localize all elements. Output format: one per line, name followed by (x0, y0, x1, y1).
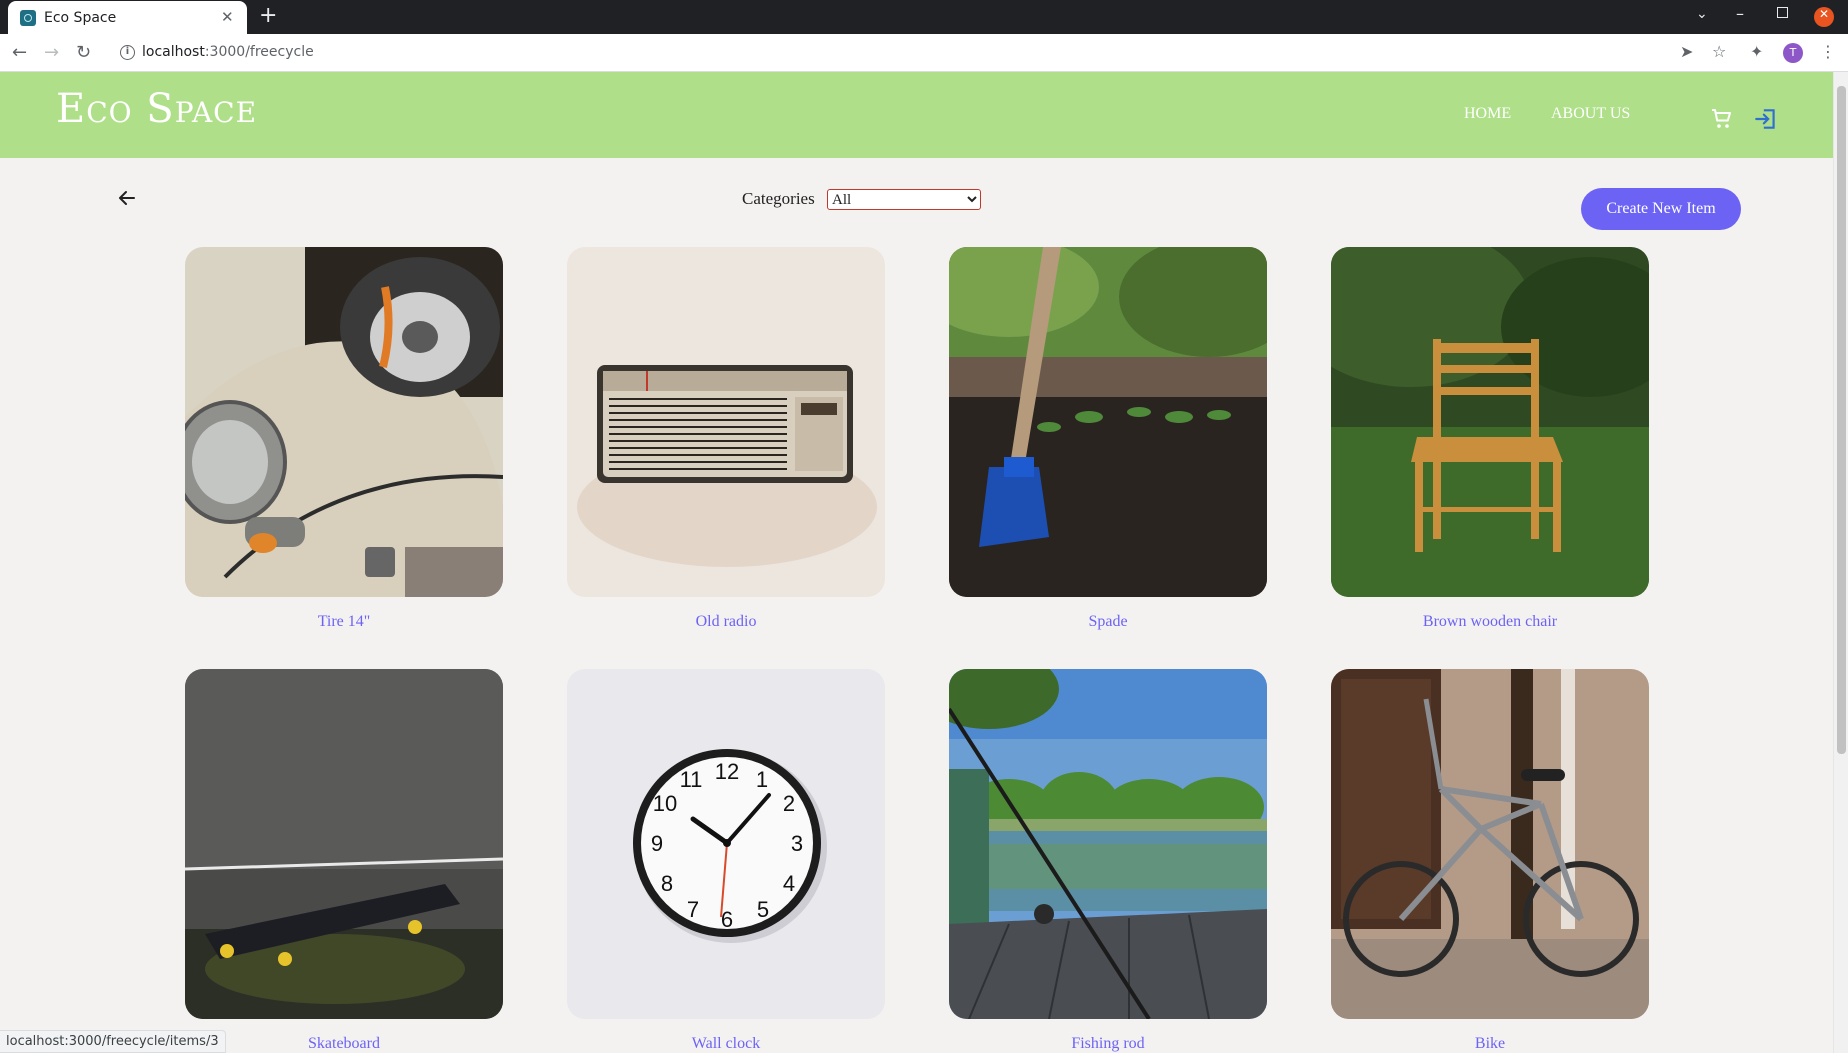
forward-icon[interactable]: → (44, 42, 59, 63)
window-close-icon[interactable]: ✕ (1814, 7, 1834, 27)
page-scrollbar[interactable] (1833, 72, 1848, 1053)
item-name[interactable]: Tire 14" (185, 613, 503, 631)
svg-text:8: 8 (661, 871, 673, 896)
item-name[interactable]: Spade (949, 613, 1267, 631)
item-image[interactable] (185, 247, 503, 597)
item-image[interactable] (949, 247, 1267, 597)
svg-text:2: 2 (783, 791, 795, 816)
svg-text:12: 12 (715, 759, 739, 784)
svg-text:9: 9 (651, 831, 663, 856)
item-card[interactable]: Old radio (567, 247, 885, 631)
categories-label: Categories (742, 189, 815, 208)
cart-icon[interactable] (1710, 107, 1734, 131)
url-text[interactable]: localhost:3000/freecycle (142, 44, 314, 60)
scrollbar-thumb[interactable] (1837, 86, 1846, 754)
send-icon[interactable]: ➤ (1680, 42, 1693, 61)
profile-avatar[interactable]: T (1783, 43, 1803, 63)
svg-text:7: 7 (687, 897, 699, 922)
item-card[interactable]: 12 1 2 345 678 9 10 11 Wall clock (567, 669, 885, 1053)
item-image[interactable] (1331, 669, 1649, 1019)
item-name[interactable]: Fishing rod (949, 1035, 1267, 1053)
item-name[interactable]: Old radio (567, 613, 885, 631)
svg-text:5: 5 (757, 897, 769, 922)
svg-text:4: 4 (783, 871, 795, 896)
tab-search-icon[interactable]: ⌄ (1696, 6, 1708, 22)
item-card[interactable]: Fishing rod (949, 669, 1267, 1053)
link-status-bar: localhost:3000/freecycle/items/3 (0, 1030, 226, 1053)
item-card[interactable]: Tire 14" (185, 247, 503, 631)
reload-icon[interactable]: ↻ (76, 42, 91, 63)
item-card[interactable]: Spade (949, 247, 1267, 631)
address-bar[interactable]: i localhost:3000/freecycle (112, 39, 1672, 67)
svg-text:10: 10 (653, 791, 677, 816)
browser-tab-bar: Eco Space ✕ + ⌄ – ✕ (0, 0, 1848, 34)
item-image[interactable] (1331, 247, 1649, 597)
item-name[interactable]: Skateboard (185, 1035, 503, 1053)
item-card[interactable]: Brown wooden chair (1331, 247, 1649, 631)
nav-about-us[interactable]: ABOUT US (1551, 105, 1630, 123)
svg-text:3: 3 (791, 831, 803, 856)
nav-home[interactable]: HOME (1464, 105, 1511, 123)
maximize-icon[interactable] (1777, 7, 1788, 18)
back-arrow-icon[interactable] (116, 187, 138, 209)
item-name[interactable]: Brown wooden chair (1331, 613, 1649, 631)
browser-menu-icon[interactable]: ⋮ (1820, 42, 1836, 61)
tab-title: Eco Space (44, 10, 117, 26)
favicon-icon (20, 10, 36, 26)
item-image[interactable] (567, 247, 885, 597)
item-card[interactable]: Skateboard (185, 669, 503, 1053)
login-icon[interactable] (1753, 106, 1779, 132)
site-info-icon[interactable]: i (120, 45, 135, 60)
item-name[interactable]: Bike (1331, 1035, 1649, 1053)
extensions-icon[interactable]: ✦ (1750, 42, 1763, 61)
new-tab-button[interactable]: + (259, 3, 277, 28)
brand-logo[interactable]: Eco Space (56, 86, 257, 132)
close-tab-icon[interactable]: ✕ (221, 8, 234, 26)
minimize-icon[interactable]: – (1736, 4, 1744, 23)
svg-text:6: 6 (721, 907, 733, 932)
bookmark-star-icon[interactable]: ☆ (1712, 42, 1726, 61)
page-viewport: Eco Space HOME ABOUT US Categories All C… (0, 72, 1833, 1053)
item-image[interactable]: 12 1 2 345 678 9 10 11 (567, 669, 885, 1019)
item-image[interactable] (185, 669, 503, 1019)
category-select[interactable]: All (827, 189, 981, 210)
back-icon[interactable]: ← (12, 42, 27, 63)
create-new-item-button[interactable]: Create New Item (1581, 188, 1741, 230)
item-card[interactable]: Bike (1331, 669, 1649, 1053)
browser-tab[interactable]: Eco Space ✕ (8, 1, 247, 34)
svg-text:1: 1 (756, 767, 768, 792)
browser-toolbar: ← → ↻ i localhost:3000/freecycle ➤ ☆ ✦ T… (0, 34, 1848, 72)
svg-text:11: 11 (680, 767, 703, 792)
item-image[interactable] (949, 669, 1267, 1019)
item-name[interactable]: Wall clock (567, 1035, 885, 1053)
site-header: Eco Space HOME ABOUT US (0, 72, 1833, 158)
